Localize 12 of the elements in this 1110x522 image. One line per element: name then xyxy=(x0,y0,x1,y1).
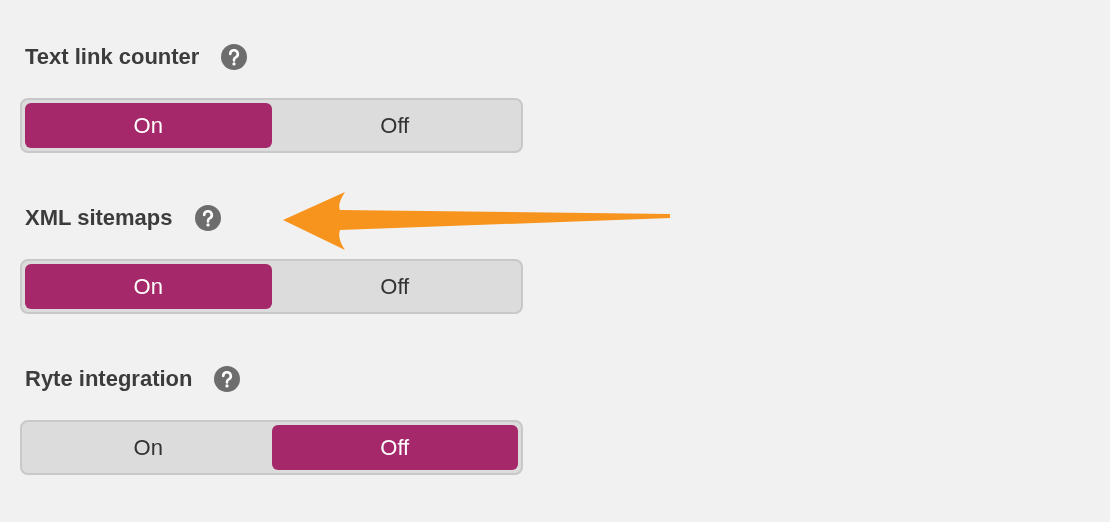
toggle-option[interactable]: Off xyxy=(271,425,518,470)
toggle-option[interactable]: On xyxy=(25,425,272,470)
toggle-option[interactable]: On xyxy=(25,103,272,148)
setting-label: Ryte integration xyxy=(25,366,193,392)
help-icon[interactable] xyxy=(194,205,221,231)
help-icon[interactable] xyxy=(214,366,241,392)
toggle-option[interactable]: Off xyxy=(271,103,518,148)
toggle-option[interactable]: Off xyxy=(271,264,518,309)
setting-label: XML sitemaps xyxy=(25,205,173,231)
toggle-option[interactable]: On xyxy=(25,264,272,309)
help-icon[interactable] xyxy=(221,44,248,70)
setting-label: Text link counter xyxy=(25,44,200,70)
